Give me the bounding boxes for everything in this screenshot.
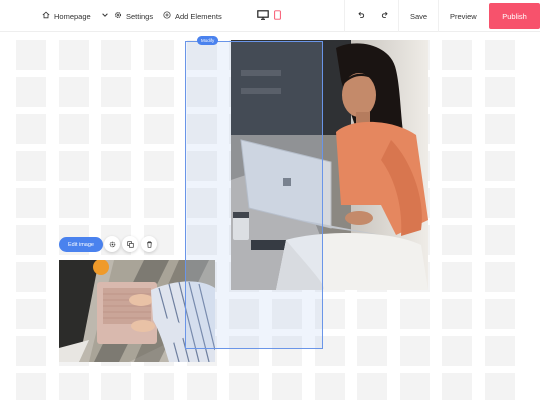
placeholder-tile (442, 40, 472, 70)
placeholder-tile (144, 77, 174, 107)
placeholder-tile (400, 336, 430, 366)
undo-icon (357, 11, 365, 21)
editor-canvas[interactable]: Modify Edit image (0, 32, 540, 400)
placeholder-tile (59, 77, 89, 107)
placeholder-tile (101, 40, 131, 70)
placeholder-tile (16, 188, 46, 218)
add-elements-button[interactable]: Add Elements (163, 0, 222, 32)
trash-icon (146, 235, 153, 253)
placeholder-tile (357, 299, 387, 329)
page-selector-label: Homepage (54, 11, 91, 21)
preview-button[interactable]: Preview (450, 0, 477, 32)
placeholder-tile (59, 373, 89, 400)
placeholder-tile (101, 188, 131, 218)
placeholder-tile (16, 114, 46, 144)
publish-button[interactable]: Publish (489, 3, 540, 29)
placeholder-tile (485, 151, 515, 181)
placeholder-tile (16, 299, 46, 329)
placeholder-tile (16, 77, 46, 107)
gear-icon (114, 11, 122, 21)
placeholder-tile (144, 114, 174, 144)
undo-button[interactable] (357, 0, 365, 32)
selection-frame[interactable] (185, 41, 323, 349)
placeholder-tile (485, 225, 515, 255)
image-settings-button[interactable] (104, 236, 120, 252)
placeholder-tile (442, 373, 472, 400)
add-elements-label: Add Elements (175, 11, 222, 21)
placeholder-tile (485, 40, 515, 70)
placeholder-tile (144, 151, 174, 181)
placeholder-tile (272, 373, 302, 400)
placeholder-tile (357, 373, 387, 400)
placeholder-tile (485, 188, 515, 218)
page-selector[interactable]: Homepage (42, 0, 109, 32)
selection-badge[interactable]: Modify (197, 36, 219, 45)
placeholder-tile (442, 299, 472, 329)
placeholder-tile (442, 262, 472, 292)
placeholder-tile (442, 114, 472, 144)
placeholder-tile (400, 373, 430, 400)
placeholder-tile (442, 225, 472, 255)
placeholder-tile (442, 188, 472, 218)
placeholder-tile (101, 151, 131, 181)
placeholder-tile (400, 299, 430, 329)
save-button[interactable]: Save (410, 0, 427, 32)
placeholder-tile (485, 114, 515, 144)
placeholder-tile (16, 373, 46, 400)
placeholder-tile (485, 262, 515, 292)
desktop-view-button[interactable] (257, 0, 269, 32)
placeholder-tile (16, 262, 46, 292)
placeholder-tile (485, 299, 515, 329)
settings-label: Settings (126, 11, 154, 21)
edit-image-button[interactable]: Edit image (59, 237, 103, 252)
placeholder-tile (144, 373, 174, 400)
placeholder-tile (16, 151, 46, 181)
toolbar-divider (438, 0, 439, 32)
placeholder-tile (442, 336, 472, 366)
placeholder-tile (485, 77, 515, 107)
placeholder-tile (485, 336, 515, 366)
settings-icon (109, 235, 116, 253)
chevron-down-icon (101, 11, 109, 21)
home-icon (42, 11, 50, 21)
placeholder-tile (59, 188, 89, 218)
placeholder-tile (101, 373, 131, 400)
placeholder-tile (101, 77, 131, 107)
placeholder-tile (59, 151, 89, 181)
placeholder-tile (16, 40, 46, 70)
placeholder-tile (144, 40, 174, 70)
duplicate-icon (126, 235, 134, 253)
delete-button[interactable] (141, 236, 157, 252)
placeholder-tile (144, 188, 174, 218)
desktop-icon (257, 10, 269, 22)
redo-icon (381, 11, 389, 21)
placeholder-tile (315, 373, 345, 400)
plus-circle-icon (163, 11, 171, 21)
duplicate-button[interactable] (122, 236, 138, 252)
placeholder-tile (59, 40, 89, 70)
placeholder-tile (16, 336, 46, 366)
mobile-icon (274, 10, 281, 22)
placeholder-tile (357, 336, 387, 366)
settings-button[interactable]: Settings (114, 0, 153, 32)
placeholder-tile (229, 373, 259, 400)
placeholder-tile (187, 373, 217, 400)
placeholder-tile (59, 114, 89, 144)
placeholder-tile (442, 151, 472, 181)
toolbar-divider (398, 0, 399, 32)
placeholder-tile (442, 77, 472, 107)
top-toolbar: Homepage Settings Add Elements Save Prev… (0, 0, 540, 32)
redo-button[interactable] (381, 0, 389, 32)
placeholder-tile (101, 114, 131, 144)
placeholder-tile (485, 373, 515, 400)
toolbar-divider (344, 0, 345, 32)
mobile-view-button[interactable] (274, 0, 281, 32)
placeholder-tile (16, 225, 46, 255)
